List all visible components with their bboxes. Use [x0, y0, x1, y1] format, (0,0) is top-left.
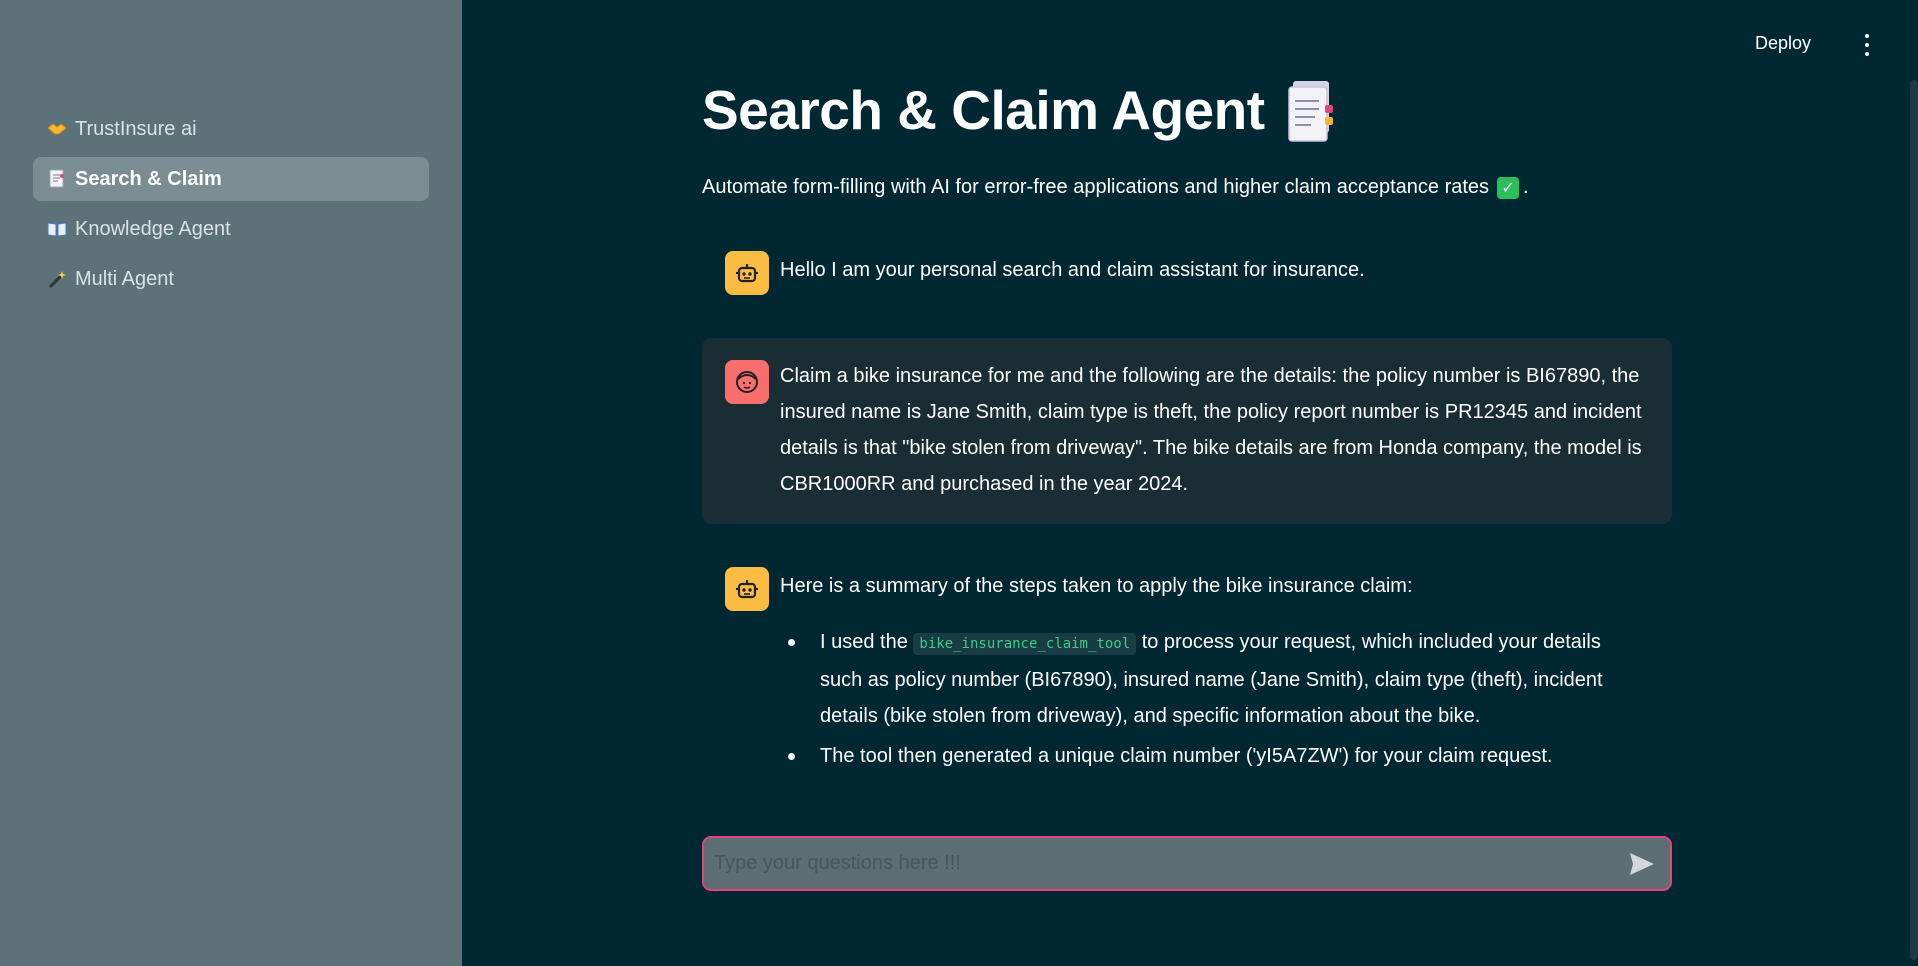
- list-item: The tool then generated a unique claim n…: [780, 738, 1642, 774]
- page-subtitle: Automate form-filling with AI for error-…: [702, 176, 1529, 199]
- subtitle-suffix: .: [1523, 176, 1529, 198]
- sidebar-item-search-claim[interactable]: Search & Claim: [33, 157, 429, 201]
- message-intro: Here is a summary of the steps taken to …: [780, 575, 1413, 597]
- sidebar-item-label: TrustInsure ai: [75, 117, 197, 140]
- chat-message-assistant: Hello I am your personal search and clai…: [702, 248, 1672, 298]
- document-icon: [47, 169, 67, 189]
- sidebar-item-knowledge-agent[interactable]: Knowledge Agent: [33, 207, 429, 251]
- list-item: I used the bike_insurance_claim_tool to …: [780, 624, 1642, 734]
- chat-input-container: [702, 836, 1672, 891]
- subtitle-text: Automate form-filling with AI for error-…: [702, 176, 1490, 198]
- bullet-text: The tool then generated a unique claim n…: [820, 745, 1553, 767]
- clipboard-document-icon: [1285, 79, 1337, 142]
- message-text: Hello I am your personal search and clai…: [780, 259, 1365, 281]
- summary-list: I used the bike_insurance_claim_tool to …: [780, 624, 1642, 774]
- check-mark-icon: ✓: [1497, 176, 1520, 199]
- sidebar-item-label: Search & Claim: [75, 167, 222, 190]
- message-body: Here is a summary of the steps taken to …: [780, 568, 1642, 774]
- main-scrollbar[interactable]: [1910, 80, 1918, 960]
- sidebar-item-multi-agent[interactable]: Multi Agent: [33, 257, 429, 301]
- chat-message-assistant: Here is a summary of the steps taken to …: [702, 564, 1672, 774]
- robot-avatar-icon: [725, 567, 769, 611]
- sidebar-item-trustinsure[interactable]: TrustInsure ai: [33, 107, 429, 151]
- sidebar-item-label: Multi Agent: [75, 267, 174, 290]
- sidebar-item-label: Knowledge Agent: [75, 217, 231, 240]
- user-face-avatar-icon: [725, 360, 769, 404]
- message-text: Claim a bike insurance for me and the fo…: [780, 365, 1642, 495]
- more-vert-icon[interactable]: [1860, 34, 1874, 56]
- tool-name-code: bike_insurance_claim_tool: [913, 633, 1137, 655]
- deploy-button[interactable]: Deploy: [1755, 33, 1811, 54]
- chat-input[interactable]: [714, 838, 1594, 889]
- sidebar-nav: TrustInsure ai Search & Claim Knowledge …: [33, 107, 429, 307]
- handshake-icon: [47, 119, 67, 139]
- sidebar: TrustInsure ai Search & Claim Knowledge …: [0, 0, 462, 966]
- page-title: Search & Claim Agent: [702, 78, 1337, 142]
- bullet-prefix: I used the: [820, 631, 908, 653]
- chat-message-user: Claim a bike insurance for me and the fo…: [702, 338, 1672, 524]
- book-icon: [47, 219, 67, 239]
- magic-wand-icon: [47, 269, 67, 289]
- page-title-text: Search & Claim Agent: [702, 79, 1265, 141]
- send-icon[interactable]: [1628, 851, 1656, 877]
- robot-avatar-icon: [725, 251, 769, 295]
